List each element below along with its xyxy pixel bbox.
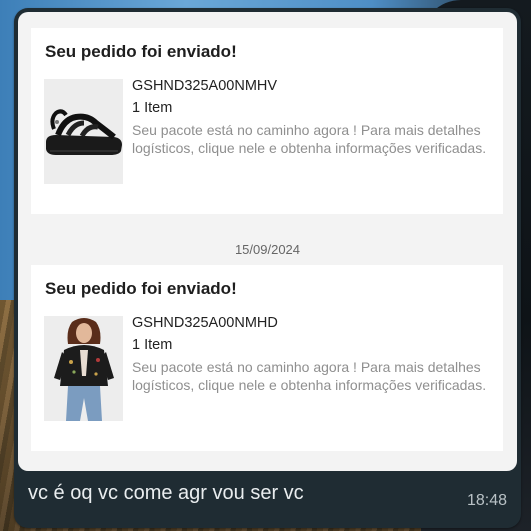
order-description: Seu pacote está no caminho agora ! Para … [132, 122, 487, 156]
message-bubble[interactable]: Seu pedido foi enviado! GSHND325A00NMHV … [14, 8, 521, 528]
order-card-1[interactable]: Seu pedido foi enviado! GSHND325A00NMHV … [31, 28, 503, 214]
image-preview[interactable]: Seu pedido foi enviado! GSHND325A00NMHV … [18, 12, 517, 471]
order-id: GSHND325A00NMHD [132, 315, 278, 331]
item-count: 1 Item [132, 337, 173, 353]
item-count: 1 Item [132, 100, 173, 116]
order-title: Seu pedido foi enviado! [45, 279, 237, 298]
order-description: Seu pacote está no caminho agora ! Para … [132, 359, 487, 393]
message-text: vc é oq vc come agr vou ser vc [28, 482, 304, 504]
message-time: 18:48 [466, 492, 507, 509]
product-image-model [44, 316, 123, 421]
order-id: GSHND325A00NMHV [132, 78, 278, 94]
date-separator: 15/09/2024 [234, 242, 301, 257]
order-title: Seu pedido foi enviado! [45, 42, 237, 61]
order-card-2[interactable]: Seu pedido foi enviado! GSHND325A00NMHD … [31, 265, 503, 451]
product-image-sandal [44, 79, 123, 184]
